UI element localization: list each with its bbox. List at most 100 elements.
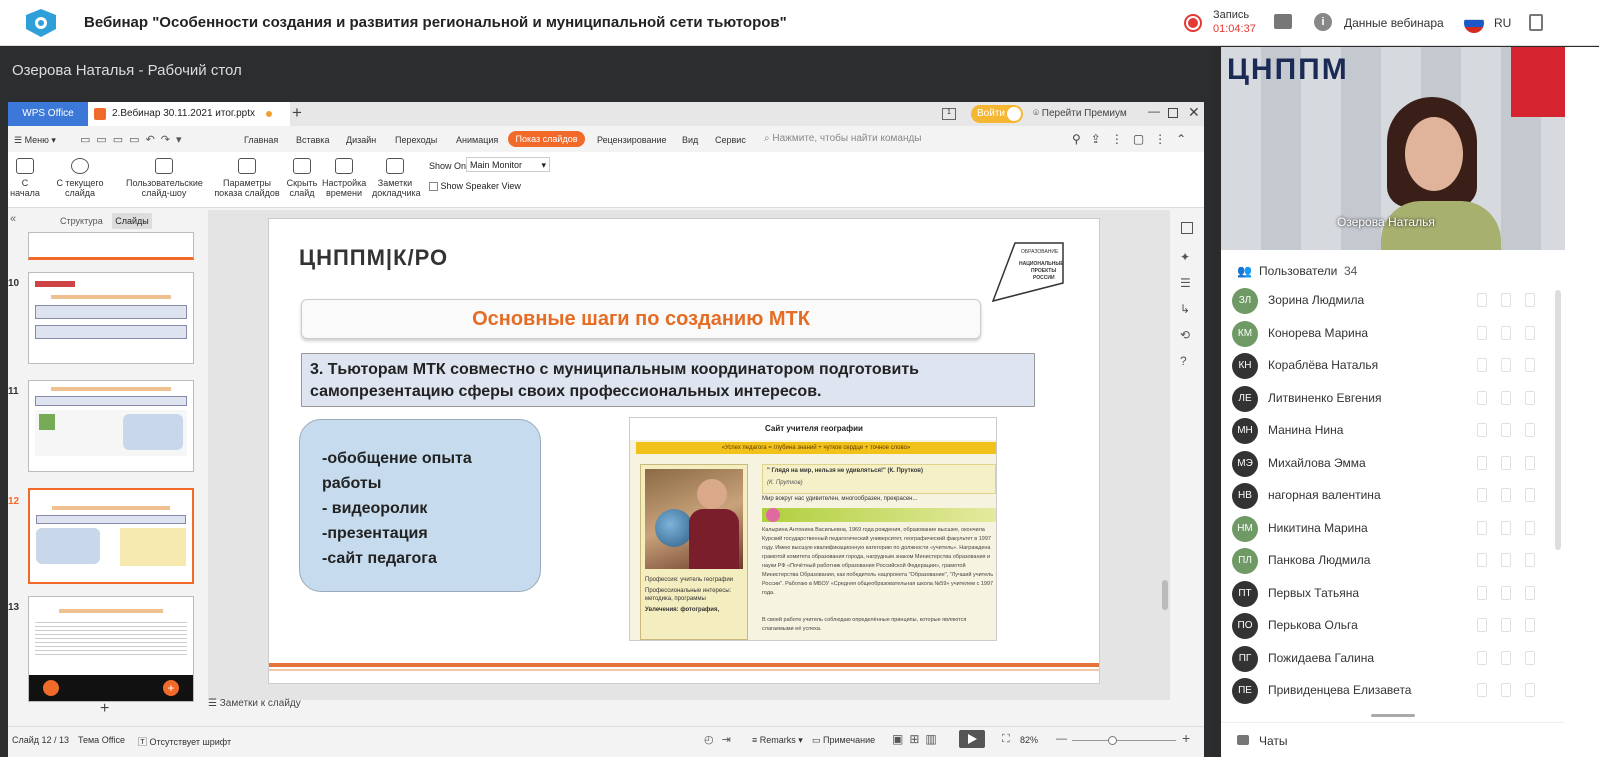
info-icon[interactable]: i xyxy=(1314,13,1332,31)
user-permission-icon[interactable] xyxy=(1501,585,1511,600)
record-icon[interactable] xyxy=(1184,14,1202,32)
user-row[interactable]: КН Кораблёва Наталья xyxy=(1221,350,1565,382)
current-slide[interactable]: ЦНППМ|К/РО ОБРАЗОВАНИЕ НАЦИОНАЛЬНЫЕ ПРОЕ… xyxy=(268,218,1100,684)
user-permission-icon[interactable] xyxy=(1477,423,1487,437)
user-permission-icon[interactable] xyxy=(1525,455,1535,470)
from-current-button[interactable]: С текущего слайда xyxy=(44,158,116,198)
menu-review[interactable]: Рецензирование xyxy=(597,135,667,145)
user-permission-icon[interactable] xyxy=(1477,683,1487,697)
user-permission-icon[interactable] xyxy=(1501,293,1511,307)
user-permission-icon[interactable] xyxy=(1501,488,1511,502)
user-permission-icon[interactable] xyxy=(1501,650,1511,665)
user-row[interactable]: МН Манина Нина xyxy=(1221,415,1565,447)
user-permission-icon[interactable] xyxy=(1501,520,1511,535)
user-permission-icon[interactable] xyxy=(1477,390,1487,405)
user-permission-icon[interactable] xyxy=(1525,488,1535,502)
magic-icon[interactable]: ✦ xyxy=(1180,250,1190,264)
menu-transitions[interactable]: Переходы xyxy=(395,135,437,145)
user-permission-icon[interactable] xyxy=(1501,390,1511,405)
add-icon[interactable]: + xyxy=(163,680,179,696)
settings-sliders-icon[interactable]: ☰ xyxy=(1180,276,1191,290)
collapse-panel-icon[interactable]: « xyxy=(10,213,16,225)
user-permission-icon[interactable] xyxy=(1477,325,1487,340)
exit-icon[interactable] xyxy=(1529,14,1543,31)
add-slide-icon[interactable]: + xyxy=(100,700,109,718)
comment-button[interactable]: ▭ Примечание xyxy=(812,735,875,746)
folder-icon[interactable] xyxy=(1274,14,1292,29)
slide-scrollbar[interactable] xyxy=(1162,580,1168,610)
menu-view[interactable]: Вид xyxy=(682,135,698,145)
user-permission-icon[interactable] xyxy=(1525,553,1535,567)
chats-header[interactable]: Чаты xyxy=(1221,722,1565,757)
user-row[interactable]: ЛЕ Литвиненко Евгения xyxy=(1221,383,1565,415)
history-icon[interactable]: ⟲ xyxy=(1180,328,1190,342)
menu-animation[interactable]: Анимация xyxy=(456,135,498,145)
login-button[interactable]: Войти xyxy=(971,105,1023,123)
menu-slideshow[interactable]: Показ слайдов xyxy=(508,131,585,147)
play-icon[interactable] xyxy=(43,680,59,696)
user-permission-icon[interactable] xyxy=(1525,618,1535,632)
animation-icon[interactable]: ↳ xyxy=(1180,302,1190,316)
premium-link[interactable]: ⌾ Перейти Премиум xyxy=(1033,108,1127,119)
tab-wps-office[interactable]: WPS Office xyxy=(8,102,88,126)
user-permission-icon[interactable] xyxy=(1525,683,1535,697)
user-permission-icon[interactable] xyxy=(1477,585,1487,600)
monitor-select[interactable]: Main Monitor ▾ xyxy=(466,157,550,172)
zoom-slider[interactable] xyxy=(1072,736,1176,745)
minimize-icon[interactable]: — xyxy=(1148,104,1160,118)
user-permission-icon[interactable] xyxy=(1477,618,1487,632)
user-permission-icon[interactable] xyxy=(1477,488,1487,502)
user-row[interactable]: ПТ Первых Татьяна xyxy=(1221,578,1565,610)
user-permission-icon[interactable] xyxy=(1477,650,1487,665)
speaker-notes-button[interactable]: Заметки докладчика xyxy=(372,158,421,198)
user-permission-icon[interactable] xyxy=(1525,358,1535,372)
user-permission-icon[interactable] xyxy=(1501,358,1511,372)
user-row[interactable]: КМ Конорева Марина xyxy=(1221,318,1565,350)
command-search[interactable]: ⌕ Нажмите, чтобы найти команды xyxy=(764,133,922,144)
user-permission-icon[interactable] xyxy=(1501,553,1511,567)
user-permission-icon[interactable] xyxy=(1525,293,1535,307)
user-permission-icon[interactable] xyxy=(1501,423,1511,437)
user-permission-icon[interactable] xyxy=(1501,683,1511,697)
webinar-data-link[interactable]: Данные вебинара xyxy=(1344,16,1444,30)
slide-thumb-10[interactable] xyxy=(28,272,194,364)
user-permission-icon[interactable] xyxy=(1501,325,1511,340)
rehearse-timing-button[interactable]: Настройка времени xyxy=(322,158,366,198)
user-permission-icon[interactable] xyxy=(1477,455,1487,470)
play-slideshow-button[interactable] xyxy=(959,730,985,748)
user-permission-icon[interactable] xyxy=(1525,520,1535,535)
user-permission-icon[interactable] xyxy=(1525,423,1535,437)
fit-icon[interactable]: ⛶ xyxy=(1002,733,1010,746)
toolbar-right-icons[interactable]: ⚲⇪⋮▢⋮⌃ xyxy=(1072,132,1196,146)
close-icon[interactable]: ✕ xyxy=(1188,104,1200,121)
menu-hamburger[interactable]: ☰ Меню ▾ xyxy=(14,135,56,146)
zoom-in-icon[interactable]: + xyxy=(1182,730,1190,746)
slide-thumb-12-selected[interactable] xyxy=(28,488,194,584)
user-permission-icon[interactable] xyxy=(1525,325,1535,340)
user-permission-icon[interactable] xyxy=(1501,455,1511,470)
resize-handle[interactable] xyxy=(1371,714,1415,717)
font-missing[interactable]: 🅃 Отсутствует шрифт xyxy=(138,735,231,748)
user-row[interactable]: НВ нагорная валентина xyxy=(1221,480,1565,512)
tab-outline[interactable]: Структура xyxy=(60,216,103,226)
help-icon[interactable]: ? xyxy=(1180,354,1187,368)
user-row[interactable]: ПО Перькова Ольга xyxy=(1221,610,1565,642)
user-permission-icon[interactable] xyxy=(1477,358,1487,372)
menu-tools[interactable]: Сервис xyxy=(715,135,746,145)
user-row[interactable]: НМ Никитина Марина xyxy=(1221,513,1565,545)
user-permission-icon[interactable] xyxy=(1525,390,1535,405)
speaker-view-checkbox[interactable]: Show Speaker View xyxy=(429,181,521,192)
menu-home[interactable]: Главная xyxy=(244,135,278,145)
menu-insert[interactable]: Вставка xyxy=(296,135,329,145)
user-permission-icon[interactable] xyxy=(1477,553,1487,567)
user-row[interactable]: ПГ Пожидаева Галина xyxy=(1221,643,1565,675)
window-count-icon[interactable]: 1 xyxy=(942,108,956,120)
zoom-out-icon[interactable]: — xyxy=(1056,733,1067,745)
notes-pane[interactable]: ☰ Заметки к слайду xyxy=(208,698,1170,716)
user-permission-icon[interactable] xyxy=(1525,585,1535,600)
hide-slide-button[interactable]: Скрыть слайд xyxy=(286,158,318,198)
zoom-level[interactable]: 82% xyxy=(1020,735,1038,745)
restore-icon[interactable] xyxy=(1168,108,1178,118)
slide-layout-icon[interactable] xyxy=(1181,222,1193,234)
user-row[interactable]: ЗЛ Зорина Людмила xyxy=(1221,285,1565,317)
